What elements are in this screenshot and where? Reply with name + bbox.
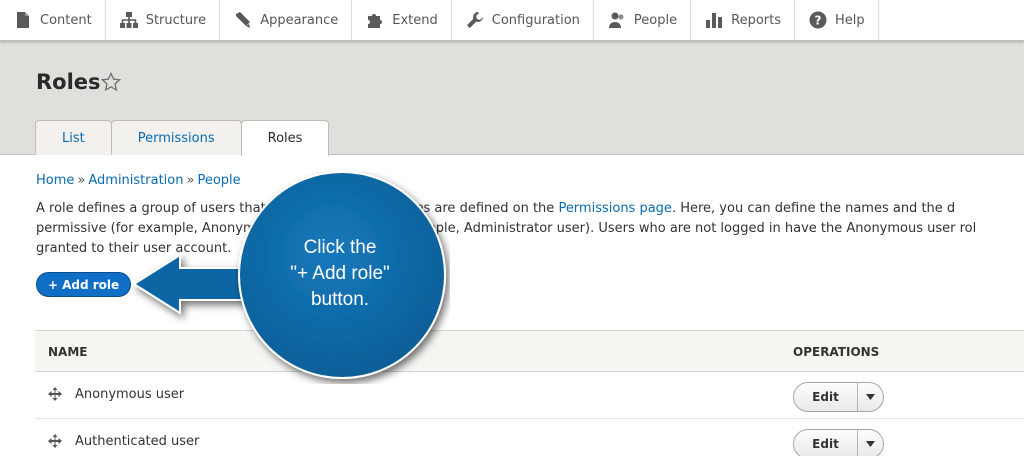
page-header: Roles List Permissions Roles [0,41,1024,156]
roles-table: NAME OPERATIONS Anonymous user Edit Auth… [35,330,1024,456]
chevron-down-icon [866,441,875,447]
role-name: Anonymous user [75,387,185,402]
table-row: Authenticated user Edit [35,419,1024,456]
help-icon: ? [809,11,827,29]
primary-tabs: List Permissions Roles [35,120,330,156]
svg-text:?: ? [815,14,822,28]
toolbar-item-reports[interactable]: Reports [691,0,795,40]
description-text: These privileges are defined on the [324,201,555,216]
role-name: Authenticated user [75,434,200,449]
admin-toolbar: Content Structure Appearance Extend Conf… [0,0,1024,41]
column-header-name: NAME [48,345,88,359]
edit-button[interactable]: Edit [794,383,858,411]
description-text: (for example, Administrator user). Users… [372,221,977,236]
drag-handle-icon[interactable] [48,387,62,401]
toolbar-item-label: Structure [145,12,207,28]
toolbar-item-label: Reports [731,12,781,28]
breadcrumb-home[interactable]: Home [36,173,74,188]
toolbar-item-label: Content [40,12,92,28]
document-icon [17,12,29,28]
callout-line: Click the [303,237,377,258]
tab-roles[interactable]: Roles [240,120,330,156]
toolbar-item-label: Extend [392,12,438,28]
toolbar-item-label: Help [835,12,865,28]
description-text: permissive (for example, Anonym [36,221,256,236]
toolbar-item-configuration[interactable]: Configuration [452,0,594,40]
bar-chart-icon [706,13,723,28]
description-line: granted to their user account. [36,241,232,256]
table-header: NAME OPERATIONS [35,330,1024,372]
toolbar-item-label: Appearance [260,12,339,28]
tab-permissions[interactable]: Permissions [110,120,242,155]
toolbar-item-content[interactable]: Content [0,0,106,40]
callout-text: Click the "+ Add role" button. [240,235,440,313]
description-text: . Here, you can define the names and the… [671,201,956,216]
description-line: permissive (for example, Anonym (for exam… [36,219,1024,239]
operations-dropbutton: Edit [793,429,884,456]
table-row: Anonymous user Edit [35,372,1024,419]
toolbar-item-extend[interactable]: Extend [352,0,452,40]
callout-line: button. [310,289,370,310]
toolbar-item-label: People [633,12,678,28]
toolbar-item-label: Configuration [491,12,580,28]
drag-handle-icon[interactable] [48,434,62,448]
breadcrumb-separator: » [186,173,195,188]
operations-dropbutton: Edit [793,382,884,412]
breadcrumb-separator: » [77,173,86,188]
puzzle-icon [368,14,383,28]
star-icon[interactable] [101,72,121,92]
wrench-icon [466,12,483,28]
breadcrumb-administration[interactable]: Administration [88,173,183,188]
breadcrumb: Home» Administration» People [36,173,241,188]
callout-arrow [132,253,251,315]
description-line: A role defines a group of users that h Th… [36,199,1024,219]
toolbar-item-structure[interactable]: Structure [106,0,221,40]
breadcrumb-people[interactable]: People [197,173,240,188]
people-icon [608,12,624,28]
description-text: A role defines a group of users that h [36,201,279,216]
callout-line: "+ Add role" [290,263,390,284]
permissions-page-link[interactable]: Permissions page [558,201,672,216]
sitemap-icon [119,12,138,28]
edit-button[interactable]: Edit [794,430,858,456]
dropbutton-toggle[interactable] [858,430,883,456]
toolbar-item-people[interactable]: People [594,0,692,40]
add-role-button[interactable]: + Add role [36,272,131,297]
toolbar-item-help[interactable]: ? Help [795,0,879,40]
tab-list[interactable]: List [35,120,112,155]
dropbutton-toggle[interactable] [858,383,883,411]
page-title: Roles [36,70,101,94]
roles-description: A role defines a group of users that h Th… [36,199,1024,259]
toolbar-item-appearance[interactable]: Appearance [220,0,353,40]
paintbrush-icon [236,12,251,28]
chevron-down-icon [866,394,875,400]
column-header-operations: OPERATIONS [793,345,880,359]
